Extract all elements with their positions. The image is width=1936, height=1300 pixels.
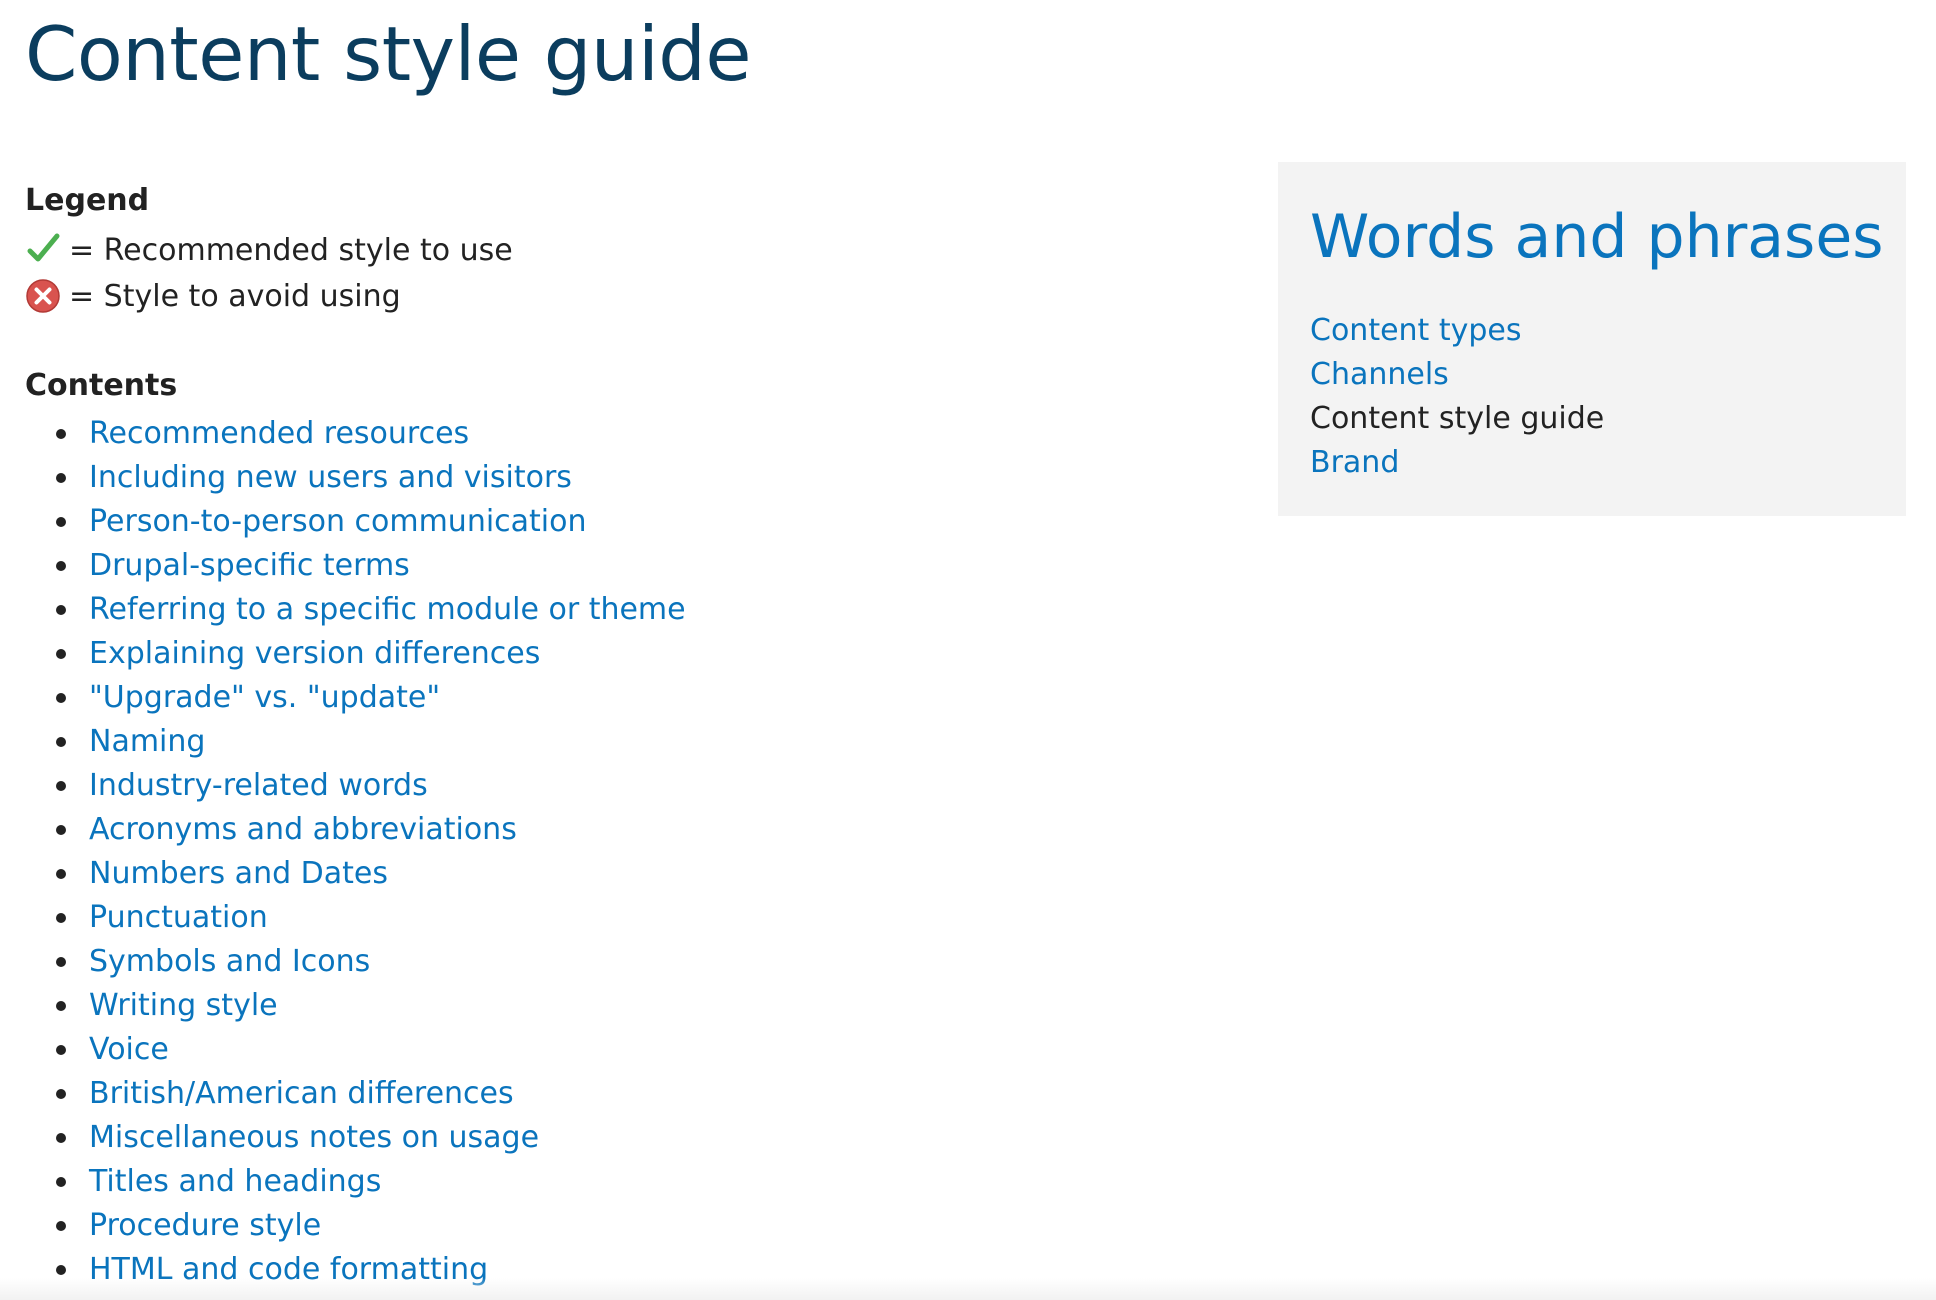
contents-link[interactable]: Acronyms and abbreviations [89,812,517,847]
checkmark-icon [25,232,61,268]
list-item: Voice [0,1028,686,1072]
sidebar-link[interactable]: Brand [1310,445,1399,480]
bullet-icon [56,1177,66,1187]
list-item: Industry-related words [0,764,686,808]
legend-heading: Legend [25,183,150,218]
list-item: Punctuation [0,896,686,940]
bullet-icon [56,605,66,615]
list-item: Miscellaneous notes on usage [0,1116,686,1160]
legend-avoid: = Style to avoid using [25,273,401,319]
list-item: Person-to-person communication [0,500,686,544]
contents-link[interactable]: Writing style [89,988,278,1023]
list-item: Explaining version differences [0,632,686,676]
bullet-icon [56,957,66,967]
list-item: "Upgrade" vs. "update" [0,676,686,720]
list-item: Titles and headings [0,1160,686,1204]
contents-link[interactable]: Including new users and visitors [89,460,572,495]
contents-link[interactable]: Voice [89,1032,169,1067]
contents-link[interactable]: Explaining version differences [89,636,540,671]
contents-link[interactable]: Drupal-specific terms [89,548,410,583]
contents-link[interactable]: Punctuation [89,900,268,935]
bullet-icon [56,737,66,747]
sidebar-link[interactable]: Channels [1310,357,1449,392]
page-title: Content style guide [25,10,752,98]
contents-link[interactable]: Procedure style [89,1208,321,1243]
sidebar-title: Words and phrases [1310,202,1884,272]
list-item: Including new users and visitors [0,456,686,500]
sidebar-item: Content types [1310,309,1604,353]
list-item: Symbols and Icons [0,940,686,984]
contents-link[interactable]: Miscellaneous notes on usage [89,1120,539,1155]
contents-link[interactable]: Symbols and Icons [89,944,370,979]
bullet-icon [56,869,66,879]
legend-avoid-text: = Style to avoid using [69,278,401,314]
legend-recommended-text: = Recommended style to use [69,232,513,268]
list-item: Numbers and Dates [0,852,686,896]
bullet-icon [56,1265,66,1275]
contents-link[interactable]: Naming [89,724,205,759]
bullet-icon [56,517,66,527]
contents-link[interactable]: Recommended resources [89,416,469,451]
contents-link[interactable]: Industry-related words [89,768,428,803]
bullet-icon [56,1089,66,1099]
contents-link[interactable]: British/American differences [89,1076,514,1111]
bullet-icon [56,649,66,659]
bullet-icon [56,1221,66,1231]
bottom-fade [0,1278,1936,1300]
contents-link[interactable]: Person-to-person communication [89,504,587,539]
sidebar-item: Channels [1310,353,1604,397]
sidebar-item: Brand [1310,441,1604,485]
bullet-icon [56,1001,66,1011]
sidebar-words-and-phrases: Words and phrases Content types Channels C… [1278,162,1906,516]
contents-link[interactable]: Numbers and Dates [89,856,388,891]
contents-link[interactable]: Referring to a specific module or theme [89,592,686,627]
contents-link[interactable]: "Upgrade" vs. "update" [89,680,440,715]
contents-list: Recommended resources Including new users… [0,412,686,1292]
list-item: Naming [0,720,686,764]
contents-link[interactable]: Titles and headings [89,1164,381,1199]
list-item: Referring to a specific module or theme [0,588,686,632]
sidebar-nav: Content types Channels Content style guide… [1310,309,1604,485]
list-item: Acronyms and abbreviations [0,808,686,852]
legend-recommended: = Recommended style to use [25,227,513,273]
bullet-icon [56,561,66,571]
error-x-icon [25,278,61,314]
sidebar-item-current: Content style guide [1310,401,1605,436]
bullet-icon [56,473,66,483]
list-item: Recommended resources [0,412,686,456]
list-item: British/American differences [0,1072,686,1116]
list-item: Procedure style [0,1204,686,1248]
bullet-icon [56,1133,66,1143]
list-item: Drupal-specific terms [0,544,686,588]
contents-heading: Contents [25,368,178,403]
bullet-icon [56,825,66,835]
list-item: Writing style [0,984,686,1028]
bullet-icon [56,1045,66,1055]
bullet-icon [56,429,66,439]
bullet-icon [56,693,66,703]
bullet-icon [56,913,66,923]
sidebar-item: Content style guide [1310,397,1604,441]
bullet-icon [56,781,66,791]
sidebar-link[interactable]: Content types [1310,313,1522,348]
